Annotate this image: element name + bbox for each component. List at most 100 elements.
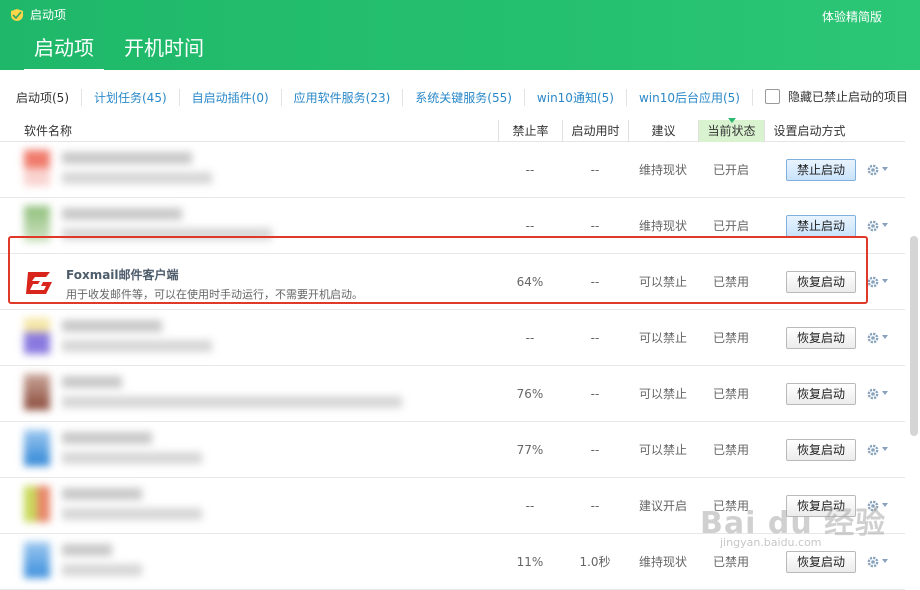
app-header: 启动项 体验精简版 启动项 开机时间 [0, 0, 920, 72]
row-rate: -- [525, 219, 535, 233]
restore-startup-button[interactable]: 恢复启动 [786, 327, 856, 349]
row-suggestion: 维持现状 [638, 163, 687, 177]
settings-gear-icon[interactable] [866, 330, 890, 346]
row-state: 已禁用 [712, 387, 749, 401]
row-rate: -- [525, 331, 535, 345]
row-time: -- [590, 387, 600, 401]
col-method: 设置启动方式 [764, 120, 854, 142]
row-state: 已开启 [712, 163, 749, 177]
app-title-row: 启动项 [10, 6, 66, 23]
vertical-scrollbar[interactable] [910, 150, 918, 580]
filter-scheduled-tasks[interactable]: 计划任务(45) [82, 88, 180, 106]
col-time[interactable]: 启动用时 [562, 120, 628, 142]
blurred-app-name [62, 544, 112, 556]
hide-disabled-label: 隐藏已禁止启动的项目 [787, 90, 908, 104]
col-state-label: 当前状态 [707, 124, 756, 138]
blurred-app-desc [62, 228, 272, 240]
blurred-app-name [62, 208, 182, 220]
settings-gear-icon[interactable] [866, 274, 890, 290]
blurred-app-icon [24, 318, 50, 354]
table-row[interactable]: -- -- 维持现状 已开启 禁止启动 [0, 198, 905, 254]
col-rate[interactable]: 禁止率 [498, 120, 562, 142]
settings-gear-icon[interactable] [866, 218, 890, 234]
filter-autostart-plugins[interactable]: 自启动插件(0) [180, 88, 282, 106]
row-time: -- [590, 275, 600, 289]
row-rate: 64% [516, 275, 544, 289]
foxmail-icon [26, 272, 52, 294]
row-state: 已禁用 [712, 331, 749, 345]
restore-startup-button[interactable]: 恢复启动 [786, 383, 856, 405]
blurred-app-name [62, 152, 192, 164]
app-name: Foxmail邮件客户端 [66, 268, 179, 282]
column-headers: 软件名称 禁止率 启动用时 建议 当前状态 设置启动方式 [0, 118, 905, 142]
table-row[interactable]: -- -- 维持现状 已开启 禁止启动 [0, 142, 905, 198]
restore-startup-button[interactable]: 恢复启动 [786, 551, 856, 573]
filter-win10-notifications[interactable]: win10通知(5) [525, 88, 627, 106]
blurred-app-icon [24, 150, 50, 186]
blurred-app-icon [24, 486, 50, 522]
settings-gear-icon[interactable] [866, 442, 890, 458]
row-time: -- [590, 443, 600, 457]
filter-bar: 启动项(5) 计划任务(45) 自启动插件(0) 应用软件服务(23) 系统关键… [0, 80, 920, 114]
hide-disabled-checkbox[interactable] [764, 89, 780, 104]
row-rate: -- [525, 163, 535, 177]
app-description: 用于收发邮件等，可以在使用时手动运行，不需要开机启动。 [66, 288, 363, 301]
blurred-app-desc [62, 396, 402, 408]
scrollbar-thumb[interactable] [910, 236, 918, 436]
disable-startup-button[interactable]: 禁止启动 [786, 159, 856, 181]
filter-startup[interactable]: 启动项(5) [0, 88, 82, 106]
settings-gear-icon[interactable] [866, 386, 890, 402]
tab-startup-items[interactable]: 启动项 [24, 30, 104, 72]
settings-gear-icon[interactable] [866, 162, 890, 178]
row-suggestion: 维持现状 [638, 555, 687, 569]
blurred-app-icon [24, 374, 50, 410]
settings-gear-icon[interactable] [866, 554, 890, 570]
row-suggestion: 可以禁止 [638, 387, 687, 401]
blurred-app-name [62, 432, 152, 444]
blurred-app-desc [62, 172, 212, 184]
edition-label[interactable]: 体验精简版 [822, 8, 882, 25]
blurred-app-icon [24, 542, 50, 578]
row-time: -- [590, 219, 600, 233]
table-row[interactable]: 76% -- 可以禁止 已禁用 恢复启动 [0, 366, 905, 422]
row-suggestion: 可以禁止 [638, 443, 687, 457]
app-title: 启动项 [30, 8, 67, 22]
blurred-app-desc [62, 564, 142, 576]
restore-startup-button[interactable]: 恢复启动 [786, 271, 856, 293]
row-suggestion: 建议开启 [638, 499, 687, 513]
blurred-app-name [62, 376, 122, 388]
col-suggestion[interactable]: 建议 [628, 120, 698, 142]
blurred-app-desc [62, 340, 212, 352]
row-time: -- [590, 163, 600, 177]
filter-win10-background-apps[interactable]: win10后台应用(5) [627, 88, 753, 106]
blurred-app-icon [24, 430, 50, 466]
filter-app-services[interactable]: 应用软件服务(23) [282, 88, 404, 106]
app-logo-icon [11, 8, 23, 21]
table-row[interactable]: -- -- 可以禁止 已禁用 恢复启动 [0, 310, 905, 366]
blurred-app-icon [24, 206, 50, 242]
row-suggestion: 维持现状 [638, 219, 687, 233]
col-name: 软件名称 [24, 124, 73, 138]
blurred-app-desc [62, 452, 202, 464]
row-time: -- [590, 499, 600, 513]
hide-disabled-toggle[interactable]: 隐藏已禁止启动的项目 [764, 88, 908, 105]
watermark-url: jingyan.baidu.com [720, 536, 822, 549]
row-rate: 11% [516, 555, 544, 569]
row-rate: 77% [516, 443, 544, 457]
col-state[interactable]: 当前状态 [698, 118, 764, 142]
disable-startup-button[interactable]: 禁止启动 [786, 215, 856, 237]
row-suggestion: 可以禁止 [638, 331, 687, 345]
blurred-app-desc [62, 508, 202, 520]
tab-boot-time[interactable]: 开机时间 [114, 30, 214, 72]
main-tabs: 启动项 开机时间 [24, 30, 214, 72]
table-row-foxmail[interactable]: Foxmail邮件客户端 用于收发邮件等，可以在使用时手动运行，不需要开机启动。… [0, 254, 905, 310]
row-state: 已开启 [712, 219, 749, 233]
row-time: -- [590, 331, 600, 345]
restore-startup-button[interactable]: 恢复启动 [786, 439, 856, 461]
filter-system-services[interactable]: 系统关键服务(55) [403, 88, 525, 106]
row-state: 已禁用 [712, 275, 749, 289]
row-time: 1.0秒 [579, 555, 611, 569]
sort-indicator-icon [727, 118, 736, 123]
row-suggestion: 可以禁止 [638, 275, 687, 289]
table-row[interactable]: 77% -- 可以禁止 已禁用 恢复启动 [0, 422, 905, 478]
